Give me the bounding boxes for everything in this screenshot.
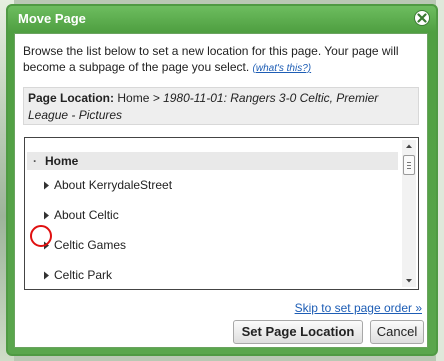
scroll-down-arrow-icon[interactable] [402,274,416,287]
move-page-dialog: Move Page Browse the list below to set a… [6,4,438,356]
tree-item-label: About Celtic [54,208,119,222]
close-button[interactable] [414,10,430,26]
expand-triangle-icon[interactable] [43,211,50,220]
grip-line [407,168,411,169]
dialog-titlebar[interactable]: Move Page [8,6,436,32]
grip-line [407,162,411,163]
dialog-content: Browse the list below to set a new locat… [14,33,428,348]
collapse-bullet-icon: · [33,154,37,168]
whats-this-link[interactable]: (what's this?) [253,63,312,74]
intro-message: Browse the list below to set a new locat… [23,44,399,74]
tree-item-label: About KerrydaleStreet [54,178,173,192]
set-page-location-button[interactable]: Set Page Location [233,320,363,344]
scrollbar-thumb[interactable] [403,155,415,175]
tree-item-label: Celtic Games [54,238,127,252]
scroll-up-arrow-icon[interactable] [402,140,416,153]
tree-root-home[interactable]: · Home [27,152,398,170]
cancel-button[interactable]: Cancel [370,320,424,344]
location-parent: Home [117,91,150,105]
intro-text: Browse the list below to set a new locat… [23,43,423,77]
page-location-box: Page Location: Home > 1980-11-01: Ranger… [23,87,419,125]
location-separator: > [152,91,160,105]
tree-root-label: Home [45,154,79,168]
page-location-label: Page Location: [28,91,115,105]
red-annotation-circle [30,225,52,247]
tree-item-label: Celtic Park [54,268,113,282]
dialog-title: Move Page [18,11,86,26]
close-icon [417,13,427,23]
page-tree-panel[interactable]: · Home About KerrydaleStreet About Celti… [24,137,419,290]
expand-triangle-icon[interactable] [43,181,50,190]
grip-line [407,165,411,166]
skip-to-page-order-link[interactable]: Skip to set page order » [295,301,422,315]
expand-triangle-icon[interactable] [43,271,50,280]
tree-scrollbar[interactable] [402,140,416,287]
page-tree: · Home About KerrydaleStreet About Celti… [25,138,400,289]
